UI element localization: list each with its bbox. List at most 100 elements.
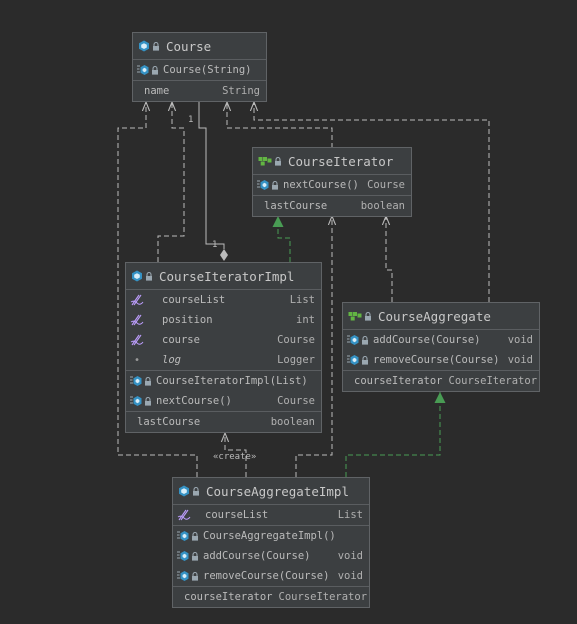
class-icon: [179, 485, 189, 497]
edge-iteratorimpl-uses-course: [157, 102, 185, 262]
edge-aggregateimpl-implements-aggregate: [345, 392, 446, 477]
multiplicity-top-label: 1: [188, 115, 194, 125]
method-icon: [177, 531, 189, 541]
property-type: boolean: [360, 200, 405, 212]
method-row[interactable]: nextCourse() Course: [253, 175, 411, 195]
method-icon: [257, 180, 269, 190]
property-name: courseIterator: [354, 375, 443, 387]
constructor-name: CourseIteratorImpl(List): [156, 375, 308, 387]
method-return-type: void: [507, 334, 533, 346]
field-icon: [177, 509, 191, 521]
field-icon: [130, 334, 144, 346]
class-header: CourseAggregateImpl: [173, 478, 369, 505]
method-row[interactable]: removeCourse(Course) void: [173, 566, 369, 586]
constructor-row[interactable]: Course(String): [133, 60, 266, 80]
method-icon: [177, 571, 189, 581]
method-icon: [177, 551, 189, 561]
field-row[interactable]: course Course: [126, 330, 321, 350]
property-row[interactable]: lastCourse boolean: [126, 412, 321, 432]
lock-icon: [362, 355, 368, 365]
property-name: lastCourse: [137, 416, 201, 428]
lock-icon: [192, 551, 198, 561]
lock-icon: [192, 531, 198, 541]
constructor-name: Course(String): [163, 64, 252, 76]
field-icon: [130, 294, 144, 306]
property-row[interactable]: lastCourse boolean: [253, 196, 411, 216]
property-name: lastCourse: [264, 200, 328, 212]
methods-section: nextCourse() Course: [253, 175, 411, 196]
class-icon: [139, 40, 149, 52]
method-return-type: void: [337, 550, 363, 562]
method-icon: [130, 376, 142, 386]
uml-class-diagram: 1 1 «create» Course Course(String) name …: [0, 0, 577, 624]
method-name: nextCourse(): [283, 179, 359, 191]
method-row[interactable]: nextCourse() Course: [126, 391, 321, 411]
constructor-name: CourseAggregateImpl(): [203, 530, 336, 542]
field-type: int: [296, 314, 315, 326]
field-name: course: [162, 334, 200, 346]
fields-section: courseList List position int course Cour…: [126, 290, 321, 371]
class-course[interactable]: Course Course(String) name String: [132, 32, 267, 102]
property-row[interactable]: courseIterator CourseIterator: [173, 587, 369, 607]
lock-icon: [145, 396, 151, 406]
class-name: CourseIteratorImpl: [159, 268, 295, 284]
field-type: Logger: [277, 354, 315, 366]
field-row[interactable]: courseList List: [173, 505, 369, 525]
lock-icon: [193, 486, 199, 496]
property-name: courseIterator: [184, 591, 273, 603]
methods-section: CourseIteratorImpl(List) nextCourse() Co…: [126, 371, 321, 412]
multiplicity-bottom-label: 1: [212, 240, 218, 250]
field-name: name: [144, 85, 170, 97]
fields-section: name String: [133, 81, 266, 101]
constructor-row[interactable]: CourseAggregateImpl(): [173, 526, 369, 546]
class-header: CourseIterator: [253, 148, 411, 175]
static-field-icon: •: [133, 354, 141, 366]
properties-section: lastCourse boolean: [253, 196, 411, 216]
field-type: Course: [277, 334, 315, 346]
method-icon: [137, 65, 149, 75]
field-name: courseList: [205, 509, 269, 521]
class-name: CourseAggregateImpl: [206, 483, 349, 499]
class-course-aggregate-impl[interactable]: CourseAggregateImpl courseList List Cour…: [172, 477, 370, 608]
method-name: removeCourse(Course): [203, 570, 330, 582]
methods-section: addCourse(Course) void removeCourse(Cour…: [343, 330, 539, 371]
property-type: CourseIterator: [448, 375, 538, 387]
method-row[interactable]: removeCourse(Course) void: [343, 350, 539, 370]
interface-icon: [348, 312, 362, 321]
field-icon: [130, 314, 144, 326]
method-row[interactable]: addCourse(Course) void: [173, 546, 369, 566]
lock-icon: [152, 65, 158, 75]
property-row[interactable]: courseIterator CourseIterator: [343, 371, 539, 391]
edge-iteratorimpl-implements-iterator: [272, 216, 291, 262]
field-row[interactable]: name String: [133, 81, 266, 101]
lock-icon: [153, 41, 159, 51]
aggregation-diamond: [220, 249, 228, 261]
lock-icon: [365, 311, 371, 321]
constructors-section: Course(String): [133, 60, 266, 81]
lock-icon: [146, 271, 152, 281]
interface-icon: [258, 157, 272, 166]
lock-icon: [275, 156, 281, 166]
property-type: boolean: [270, 416, 315, 428]
edge-iterator-uses-course: [227, 102, 333, 148]
constructor-row[interactable]: CourseIteratorImpl(List): [126, 371, 321, 391]
lock-icon: [192, 571, 198, 581]
method-name: addCourse(Course): [373, 334, 481, 346]
method-row[interactable]: addCourse(Course) void: [343, 330, 539, 350]
interface-course-iterator[interactable]: CourseIterator nextCourse() Course lastC…: [252, 147, 412, 217]
class-icon: [132, 270, 142, 282]
properties-section: courseIterator CourseIterator: [173, 587, 369, 607]
method-icon: [347, 355, 359, 365]
method-name: nextCourse(): [156, 395, 232, 407]
field-row[interactable]: position int: [126, 310, 321, 330]
class-header: CourseIteratorImpl: [126, 263, 321, 290]
class-course-iterator-impl[interactable]: CourseIteratorImpl courseList List posit…: [125, 262, 322, 433]
fields-section: courseList List: [173, 505, 369, 526]
method-return-type: Course: [277, 395, 315, 407]
method-return-type: Course: [367, 179, 405, 191]
method-name: addCourse(Course): [203, 550, 311, 562]
interface-course-aggregate[interactable]: CourseAggregate addCourse(Course) void r…: [342, 302, 540, 392]
field-type: String: [222, 85, 260, 97]
field-row[interactable]: • log Logger: [126, 350, 321, 370]
field-row[interactable]: courseList List: [126, 290, 321, 310]
